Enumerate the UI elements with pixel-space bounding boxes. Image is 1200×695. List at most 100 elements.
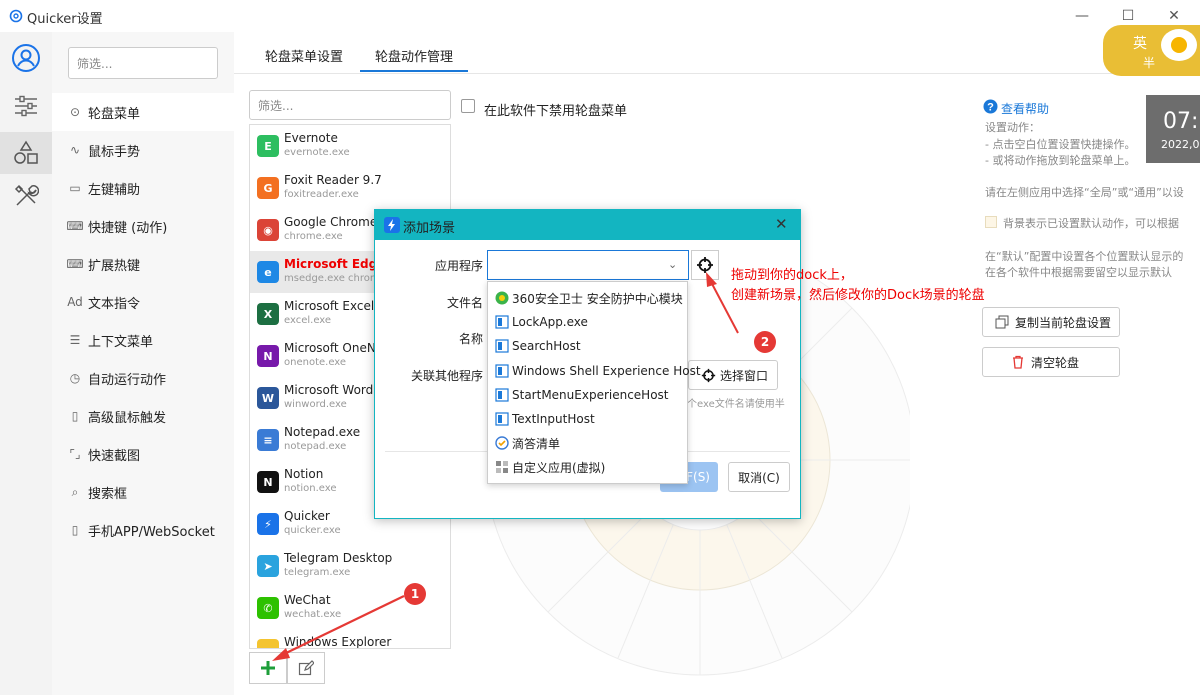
window-app-icon bbox=[495, 412, 509, 426]
disable-wheel-checkbox[interactable] bbox=[461, 99, 475, 113]
app-icon: ≡ bbox=[257, 429, 279, 451]
app-icon bbox=[257, 639, 279, 648]
nav-filter-input[interactable]: 筛选... bbox=[68, 47, 218, 79]
help-icon[interactable]: ? bbox=[983, 99, 998, 114]
shapes-icon[interactable] bbox=[0, 132, 52, 174]
app-icon: G bbox=[257, 177, 279, 199]
app-icon: ⚡ bbox=[257, 513, 279, 535]
plus-icon bbox=[261, 661, 275, 675]
clear-wheel-label: 清空轮盘 bbox=[1031, 355, 1080, 370]
nav-item-label: 扩展热键 bbox=[88, 258, 141, 274]
nav-item-icon: ⊙ bbox=[69, 105, 81, 119]
app-exe: foxitreader.exe bbox=[284, 189, 359, 200]
app-icon: E bbox=[257, 135, 279, 157]
clock-date: 2022,0 bbox=[1161, 138, 1200, 151]
nav-item-label: 自动运行动作 bbox=[88, 372, 167, 388]
dialog-close-button[interactable]: ✕ bbox=[775, 215, 788, 233]
dropdown-option-label: Windows Shell Experience Host bbox=[512, 363, 701, 378]
edit-scene-button[interactable] bbox=[287, 652, 325, 684]
select-window-button[interactable]: 选择窗口 bbox=[688, 360, 778, 390]
related-programs-hint: 个exe文件名请使用半 bbox=[687, 399, 785, 410]
quicker-icon bbox=[384, 217, 400, 233]
nav-item-icon: ☰ bbox=[69, 333, 81, 347]
nav-item-icon: ▯ bbox=[71, 409, 79, 423]
green-app-icon bbox=[495, 291, 509, 305]
window-app-icon bbox=[495, 388, 509, 402]
nav-item[interactable]: ⊙ 轮盘菜单 bbox=[52, 93, 234, 131]
clear-wheel-button[interactable]: 清空轮盘 bbox=[982, 347, 1120, 377]
app-filter-input[interactable]: 筛选... bbox=[249, 90, 451, 120]
dropdown-option[interactable]: StartMenuExperienceHost bbox=[488, 383, 687, 407]
nav-item[interactable]: ∿ 鼠标手势 bbox=[52, 131, 234, 169]
copy-wheel-button[interactable]: 复制当前轮盘设置 bbox=[982, 307, 1120, 337]
dialog-header: 添加场景 ✕ bbox=[375, 210, 800, 240]
grid-app-icon bbox=[495, 460, 509, 474]
help-link[interactable]: 查看帮助 bbox=[1001, 100, 1049, 117]
nav-item[interactable]: ☰ 上下文菜单 bbox=[52, 321, 234, 359]
help-text-line: 背景表示已设置默认动作，可以根据 bbox=[1003, 217, 1179, 230]
egg-icon bbox=[1161, 29, 1197, 61]
dropdown-option[interactable]: LockApp.exe bbox=[488, 310, 687, 334]
app-list-item[interactable]: ➤ Telegram Desktop telegram.exe bbox=[250, 545, 450, 587]
copy-wheel-label: 复制当前轮盘设置 bbox=[1015, 315, 1112, 330]
svg-text:?: ? bbox=[987, 102, 994, 114]
dropdown-option[interactable]: 自定义应用(虚拟) bbox=[488, 455, 687, 479]
annotation-text: 拖动到你的dock上， bbox=[731, 268, 853, 283]
app-name: Foxit Reader 9.7 bbox=[284, 173, 382, 187]
tab-wheel-menu-settings[interactable]: 轮盘菜单设置 bbox=[265, 46, 343, 65]
dropdown-option[interactable]: TextInputHost bbox=[488, 407, 687, 431]
app-icon: e bbox=[257, 261, 279, 283]
nav-item[interactable]: ⌨ 扩展热键 bbox=[52, 245, 234, 283]
app-dropdown-list[interactable]: 360安全卫士 安全防护中心模块 LockApp.exe SearchHost Win… bbox=[487, 281, 701, 484]
nav-item[interactable]: ▯ 高级鼠标触发 bbox=[52, 397, 234, 435]
dropdown-option[interactable]: Windows Shell Experience Host bbox=[488, 359, 701, 383]
nav-item[interactable]: ⌨ 快捷键 (动作) bbox=[52, 207, 234, 245]
add-scene-button[interactable] bbox=[249, 652, 287, 684]
dropdown-option-label: LockApp.exe bbox=[512, 315, 588, 330]
dropdown-option[interactable]: 滴答清单 bbox=[488, 431, 687, 455]
nav-item-icon: ▭ bbox=[69, 181, 81, 195]
dialog-cancel-button[interactable]: 取消(C) bbox=[728, 462, 790, 492]
nav-item-icon: Ad bbox=[67, 295, 83, 309]
nav-item[interactable]: ▯ 手机APP/WebSocket bbox=[52, 511, 234, 549]
help-text-line: 在各个软件中根据需要留空以显示默认 bbox=[985, 266, 1172, 279]
gear-icon bbox=[9, 9, 23, 23]
help-text-line: - 或将动作拖放到轮盘菜单上。 bbox=[985, 154, 1136, 167]
nav-item-icon: ⌜⌟ bbox=[69, 447, 81, 461]
app-list-item[interactable]: Windows Explorer bbox=[250, 629, 450, 648]
ime-mode-label: 英 bbox=[1133, 36, 1147, 52]
crosshair-drag-button[interactable] bbox=[691, 250, 719, 280]
nav-item-label: 左键辅助 bbox=[88, 182, 141, 198]
clock-widget: 07:3 2022,0 bbox=[1146, 95, 1200, 163]
app-list-item[interactable]: E Evernote evernote.exe bbox=[250, 125, 450, 167]
app-exe: telegram.exe bbox=[284, 567, 351, 578]
active-tab-indicator bbox=[360, 70, 468, 72]
edit-icon bbox=[298, 660, 314, 676]
dropdown-option[interactable]: 360安全卫士 安全防护中心模块 bbox=[488, 286, 687, 310]
dropdown-option[interactable]: SearchHost bbox=[488, 334, 687, 358]
app-list-item[interactable]: G Foxit Reader 9.7 foxitreader.exe bbox=[250, 167, 450, 209]
nav-item-icon: ▯ bbox=[71, 523, 79, 537]
settings-sliders-icon[interactable] bbox=[0, 88, 52, 124]
nav-item[interactable]: ⌕ 搜索框 bbox=[52, 473, 234, 511]
step-badge-1: 1 bbox=[404, 583, 426, 605]
app-icon: X bbox=[257, 303, 279, 325]
app-exe: quicker.exe bbox=[284, 525, 341, 536]
nav-item[interactable]: ◷ 自动运行动作 bbox=[52, 359, 234, 397]
help-text-line: - 点击空白位置设置快捷操作。 bbox=[985, 138, 1136, 151]
minimize-button[interactable]: — bbox=[1064, 4, 1100, 28]
clock-time: 07:3 bbox=[1163, 109, 1200, 134]
nav-item-label: 文本指令 bbox=[88, 296, 141, 312]
dropdown-option-label: 自定义应用(虚拟) bbox=[512, 460, 606, 475]
ime-indicator: 英 半 bbox=[1103, 25, 1200, 76]
nav-item[interactable]: ⌜⌟ 快速截图 bbox=[52, 435, 234, 473]
app-icon: N bbox=[257, 471, 279, 493]
tab-wheel-action-management[interactable]: 轮盘动作管理 bbox=[375, 46, 453, 65]
nav-item[interactable]: ▭ 左键辅助 bbox=[52, 169, 234, 207]
tools-icon[interactable] bbox=[0, 178, 52, 214]
user-icon[interactable] bbox=[0, 40, 52, 76]
nav-item[interactable]: Ad 文本指令 bbox=[52, 283, 234, 321]
app-select[interactable]: ⌄ bbox=[487, 250, 689, 280]
filename-label: 文件名 bbox=[446, 296, 483, 310]
nav-item-label: 轮盘菜单 bbox=[88, 106, 141, 122]
